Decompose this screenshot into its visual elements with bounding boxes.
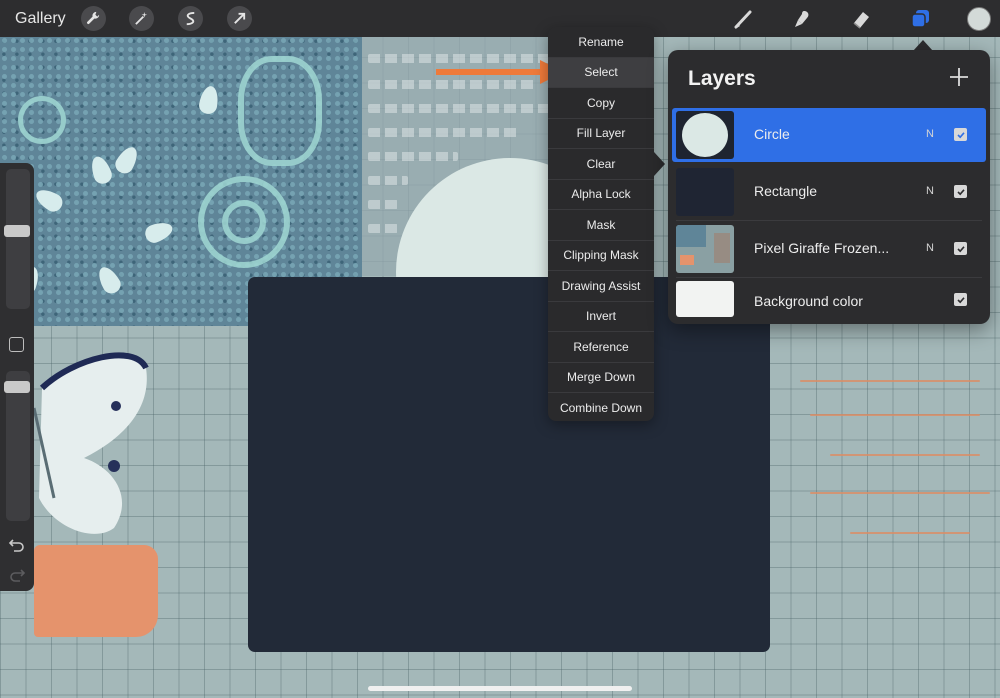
blend-mode-button[interactable]: N	[926, 185, 934, 197]
layers-title: Layers	[688, 67, 756, 90]
menu-item-reference[interactable]: Reference	[548, 332, 654, 363]
layer-thumbnail	[676, 225, 734, 273]
layer-name: Rectangle	[754, 183, 818, 199]
home-indicator	[368, 686, 632, 691]
annotation-arrow	[436, 60, 564, 84]
layer-name: Background color	[754, 293, 863, 309]
color-picker-button[interactable]	[967, 7, 991, 31]
menu-item-alpha-lock[interactable]: Alpha Lock	[548, 180, 654, 210]
layer-thumbnail	[676, 281, 734, 317]
magic-wand-icon[interactable]	[129, 6, 154, 31]
menu-pointer	[654, 152, 665, 176]
gallery-button[interactable]: Gallery	[15, 10, 66, 28]
layer-options-menu: Rename Select Copy Fill Layer Clear Alph…	[548, 27, 654, 421]
layer-row-rectangle[interactable]: Rectangle N	[672, 165, 986, 221]
undo-icon[interactable]	[8, 535, 26, 553]
menu-item-mask[interactable]: Mask	[548, 210, 654, 241]
orange-script-text	[790, 360, 1000, 580]
modify-button[interactable]	[9, 337, 24, 352]
menu-item-clipping-mask[interactable]: Clipping Mask	[548, 241, 654, 271]
rectangle-shape[interactable]	[248, 277, 770, 652]
brush-icon[interactable]	[731, 6, 757, 32]
visibility-checkbox[interactable]	[954, 293, 967, 306]
layer-thumbnail	[676, 111, 734, 159]
layer-row-pixel-giraffe[interactable]: Pixel Giraffe Frozen... N	[672, 222, 986, 278]
menu-item-fill-layer[interactable]: Fill Layer	[548, 119, 654, 149]
add-layer-icon[interactable]	[948, 66, 970, 88]
menu-item-merge-down[interactable]: Merge Down	[548, 363, 654, 393]
transform-arrow-icon[interactable]	[227, 6, 252, 31]
visibility-checkbox[interactable]	[954, 128, 967, 141]
layer-name: Circle	[754, 126, 790, 142]
menu-item-drawing-assist[interactable]: Drawing Assist	[548, 271, 654, 302]
redo-icon[interactable]	[8, 565, 26, 583]
layer-row-circle[interactable]: Circle N	[672, 108, 986, 162]
eraser-icon[interactable]	[848, 6, 874, 32]
menu-item-rename[interactable]: Rename	[548, 27, 654, 58]
top-toolbar: Gallery	[0, 0, 1000, 37]
menu-item-combine-down[interactable]: Combine Down	[548, 393, 654, 421]
butterfly-illustration	[34, 352, 149, 534]
blend-mode-button[interactable]: N	[926, 128, 934, 140]
menu-item-invert[interactable]: Invert	[548, 302, 654, 332]
layer-row-background-color[interactable]: Background color	[672, 275, 986, 321]
layers-icon[interactable]	[907, 6, 933, 32]
visibility-checkbox[interactable]	[954, 185, 967, 198]
visibility-checkbox[interactable]	[954, 242, 967, 255]
smudge-icon[interactable]	[790, 6, 816, 32]
brush-size-handle[interactable]	[4, 225, 30, 237]
opacity-slider[interactable]	[6, 371, 30, 521]
layers-panel: Layers Circle N Rectangle N Pixel Giraff…	[668, 50, 990, 324]
layer-name: Pixel Giraffe Frozen...	[754, 240, 890, 256]
menu-item-copy[interactable]: Copy	[548, 88, 654, 119]
layer-thumbnail	[676, 168, 734, 216]
opacity-handle[interactable]	[4, 381, 30, 393]
wrench-icon[interactable]	[81, 6, 106, 31]
left-sidebar	[0, 163, 34, 591]
menu-item-clear[interactable]: Clear	[548, 149, 654, 180]
blend-mode-button[interactable]: N	[926, 242, 934, 254]
brush-size-slider[interactable]	[6, 169, 30, 309]
orange-paper-patch	[34, 545, 158, 637]
selection-icon[interactable]	[178, 6, 203, 31]
menu-item-select[interactable]: Select	[548, 57, 654, 88]
